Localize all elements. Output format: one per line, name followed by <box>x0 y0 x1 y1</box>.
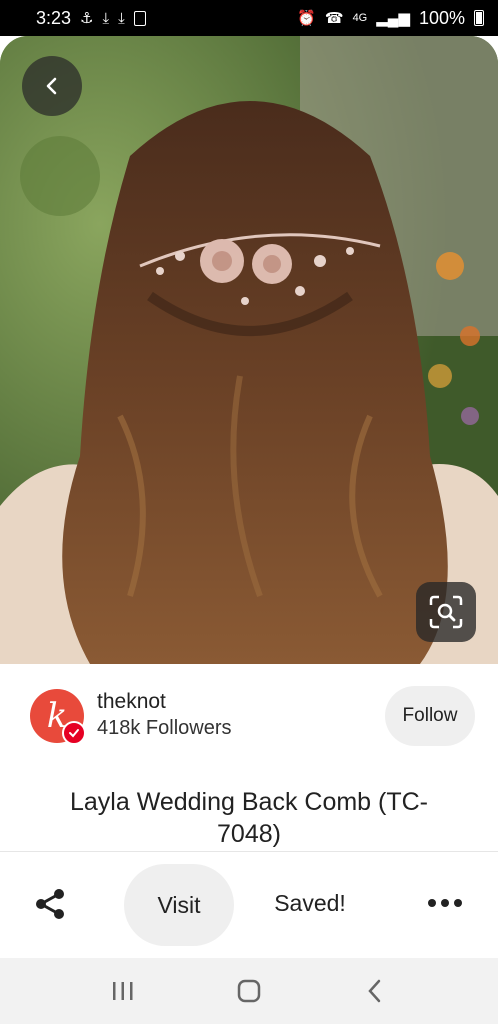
pin-image[interactable] <box>0 36 498 664</box>
notification-icon: ⚓ <box>80 9 94 27</box>
wifi-calling-icon: ☎ <box>324 9 344 27</box>
signal-icon: ▂▄▆ <box>376 9 410 27</box>
download-icon: ⤓ <box>118 9 125 27</box>
creator-row: k theknot 418k Followers Follow <box>0 664 498 764</box>
visual-search-button[interactable] <box>416 582 476 642</box>
status-time: 3:23 <box>36 7 72 28</box>
status-bar: 3:23 ⚓ ⤓ ⤓ ⏰ ☎ 4G ▂▄▆ 100% <box>0 0 498 36</box>
pin-title: Layla Wedding Back Comb (TC-7048) <box>69 788 428 848</box>
system-back-button[interactable] <box>355 971 395 1011</box>
recent-apps-button[interactable] <box>103 971 143 1011</box>
alarm-icon: ⏰ <box>297 9 316 27</box>
recent-apps-icon <box>113 982 133 1000</box>
system-nav-bar <box>0 958 498 1024</box>
follow-button[interactable]: Follow <box>385 686 475 746</box>
storage-icon <box>133 10 146 26</box>
battery-percent: 100% <box>418 7 465 28</box>
checkmark-icon <box>69 729 79 738</box>
visit-button[interactable]: Visit <box>124 864 234 946</box>
home-button[interactable] <box>229 971 269 1011</box>
more-options-icon[interactable] <box>422 888 468 918</box>
status-right: ⏰ ☎ 4G ▂▄▆ 100% <box>297 8 484 29</box>
creator-name[interactable]: theknot <box>97 690 166 714</box>
back-button[interactable] <box>22 56 82 116</box>
lte-icon: 4G <box>352 11 368 24</box>
share-icon <box>36 889 64 919</box>
verified-badge-icon <box>62 721 86 745</box>
download-icon: ⤓ <box>102 9 110 27</box>
status-left: 3:23 ⚓ ⤓ ⤓ <box>36 8 146 29</box>
system-back-icon <box>368 979 381 1003</box>
back-arrow-icon <box>46 77 57 95</box>
share-button[interactable] <box>30 884 70 924</box>
saved-button[interactable]: Saved! <box>258 890 362 917</box>
visual-search-icon <box>429 595 463 629</box>
hair-comb-photo <box>0 36 498 664</box>
battery-icon <box>474 10 484 26</box>
follower-count: 418k Followers <box>97 717 232 739</box>
action-bar: Visit Saved! <box>0 852 498 958</box>
home-icon <box>237 979 261 1003</box>
